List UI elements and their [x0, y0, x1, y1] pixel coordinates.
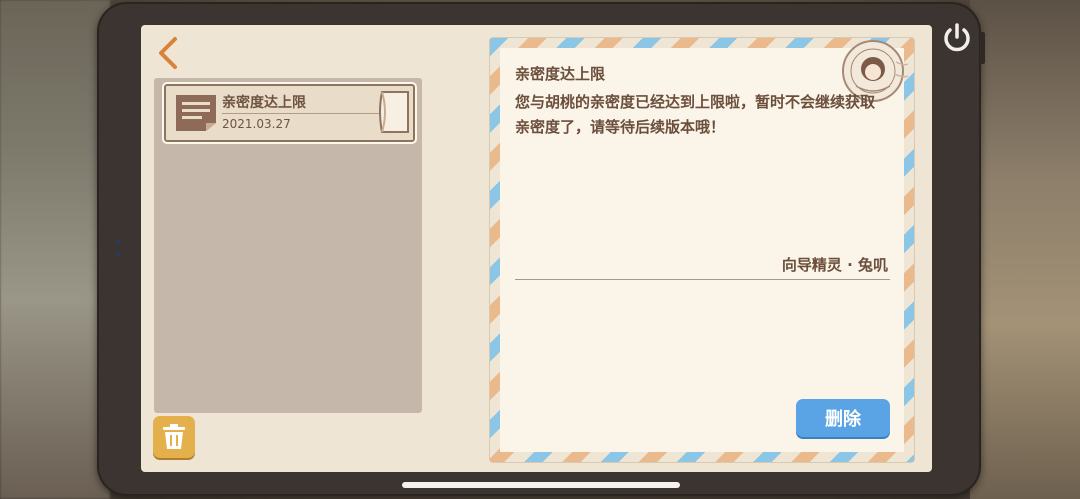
home-indicator-bar[interactable] [402, 482, 680, 488]
letter-body: 您与胡桃的亲密度已经达到上限啦，暂时不会继续获取亲密度了，请等待后续版本哦！ [515, 93, 876, 136]
mail-item-divider [222, 113, 382, 114]
mail-document-icon [176, 95, 216, 131]
mail-item-date: 2021.03.27 [222, 117, 291, 131]
mail-screen: 亲密度达上限 2021.03.27 亲密度达上限 您与胡桃的亲密度已经达到上限啦… [141, 25, 932, 472]
letter-title: 亲密度达上限 [515, 65, 606, 83]
back-arrow-icon [159, 37, 177, 69]
back-button[interactable] [153, 35, 183, 71]
mail-item-title: 亲密度达上限 [222, 95, 306, 111]
page-curl-icon [379, 91, 409, 133]
trash-icon [163, 424, 185, 449]
side-button [980, 32, 985, 64]
mail-list: 亲密度达上限 2021.03.27 [154, 78, 422, 413]
signature-line [515, 279, 890, 280]
mail-list-item[interactable]: 亲密度达上限 2021.03.27 [162, 82, 417, 144]
delete-button[interactable]: 删除 [796, 399, 890, 437]
background-scene-right [970, 0, 1080, 499]
tablet-frame: 亲密度达上限 2021.03.27 亲密度达上限 您与胡桃的亲密度已经达到上限啦… [97, 2, 985, 496]
background-scene-left [0, 0, 110, 499]
trash-button[interactable] [153, 416, 195, 458]
camera-dot [116, 252, 121, 257]
power-icon [944, 23, 970, 52]
letter-signature: 向导精灵 · 兔叽 [781, 256, 888, 274]
letter-panel: 亲密度达上限 您与胡桃的亲密度已经达到上限啦，暂时不会继续获取亲密度了，请等待后… [489, 37, 915, 463]
power-button[interactable] [937, 18, 977, 58]
camera-dot [116, 240, 121, 245]
